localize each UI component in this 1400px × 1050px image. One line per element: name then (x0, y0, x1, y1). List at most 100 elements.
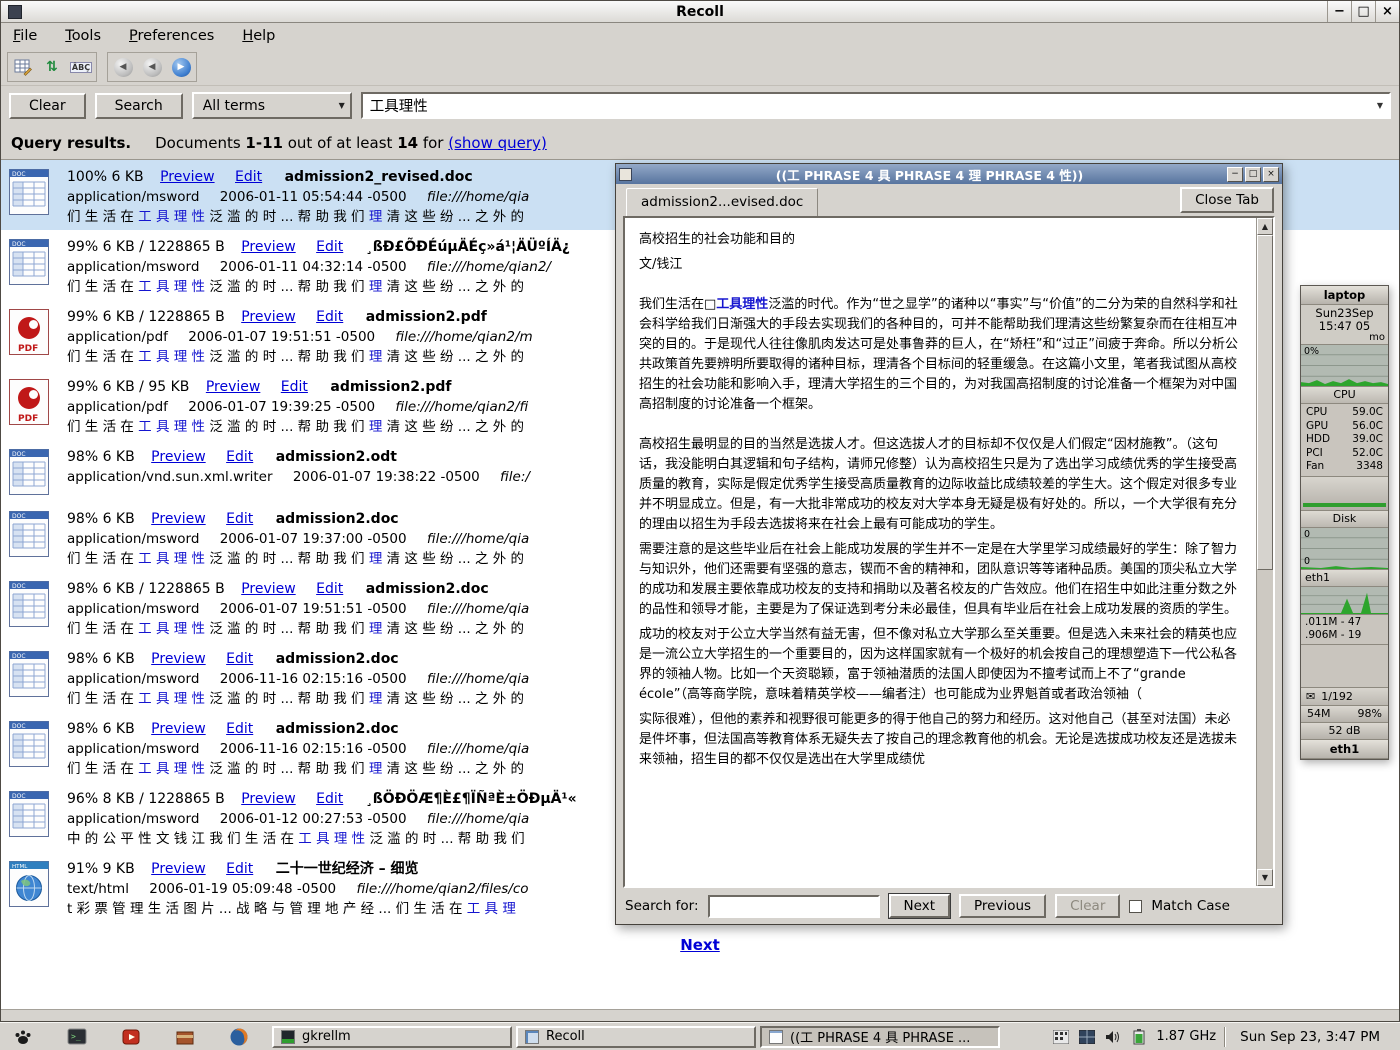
result-mime: application/msword (67, 531, 199, 547)
edit-link[interactable]: Edit (316, 581, 343, 597)
terminal-icon[interactable]: >_ (66, 1026, 88, 1048)
pdf-file-icon[interactable]: PDF (9, 307, 67, 367)
next-results-link[interactable]: Next (680, 936, 720, 954)
menu-preferences[interactable]: Preferences (129, 28, 214, 44)
taskbar-task-gkrellm[interactable]: gkrellm (272, 1026, 512, 1048)
snippet-term-highlight: 工 具 理 性 (138, 621, 205, 637)
close-button[interactable]: × (1375, 1, 1399, 22)
preview-link[interactable]: Preview (151, 861, 206, 877)
preview-link[interactable]: Preview (151, 651, 206, 667)
result-relevance-size: 91% 9 KB (67, 861, 135, 877)
scroll-up-icon[interactable]: ▲ (1257, 218, 1273, 235)
next-page-icon[interactable]: ▶ (168, 55, 194, 79)
preview-link[interactable]: Preview (241, 309, 296, 325)
window-menu-icon[interactable] (8, 5, 22, 19)
preview-link[interactable]: Preview (151, 721, 206, 737)
gkrellm-memory-meter[interactable]: 54M 98% (1301, 706, 1388, 723)
preview-maximize-button[interactable]: □ (1245, 167, 1261, 182)
edit-link[interactable]: Edit (226, 449, 253, 465)
close-tab-button[interactable]: Close Tab (1180, 187, 1274, 213)
battery-icon[interactable] (1130, 1028, 1148, 1046)
media-player-icon[interactable] (120, 1026, 142, 1048)
clear-button[interactable]: Clear (9, 93, 86, 119)
gkrellm-window[interactable]: laptop Sun23Sep 15:47 05 mo 0% CPU CPU59… (1300, 285, 1389, 760)
doc-history-icon[interactable] (10, 55, 36, 79)
sort-icon[interactable]: ⇅ (39, 55, 65, 79)
paw-icon[interactable] (12, 1026, 34, 1048)
minimize-button[interactable]: − (1327, 1, 1351, 22)
result-mime: text/html (67, 881, 129, 897)
search-button[interactable]: Search (95, 93, 183, 119)
preview-close-button[interactable]: × (1263, 167, 1279, 182)
scroll-down-icon[interactable]: ▼ (1257, 869, 1273, 886)
find-previous-button[interactable]: Previous (959, 894, 1046, 918)
match-case-checkbox[interactable] (1129, 900, 1142, 913)
menu-help[interactable]: Help (242, 28, 275, 44)
html-file-icon[interactable]: HTML (9, 859, 67, 919)
volume-icon[interactable] (1104, 1028, 1122, 1046)
doc-file-icon[interactable]: DOC (9, 447, 67, 499)
main-titlebar[interactable]: Recoll − □ × (1, 1, 1399, 23)
search-mode-select[interactable]: All terms ▼ (192, 92, 352, 119)
find-clear-button[interactable]: Clear (1055, 894, 1120, 918)
preview-paragraph: 实际很难），但他的素养和视野很可能更多的得于他自己的努力和经历。这对他自己（甚至… (639, 710, 1242, 770)
gkrellm-mail[interactable]: ✉ 1/192 (1301, 687, 1388, 706)
taskbar-task--phrase-4-phrase-[interactable]: ((工 PHRASE 4 具 PHRASE ... (760, 1026, 1000, 1048)
edit-link[interactable]: Edit (226, 721, 253, 737)
term-explorer-icon[interactable]: ÂBÇ (68, 55, 94, 79)
first-page-icon[interactable]: ◀ (110, 55, 136, 79)
preview-link[interactable]: Preview (241, 581, 296, 597)
doc-file-icon[interactable]: DOC (9, 167, 67, 227)
edit-link[interactable]: Edit (226, 861, 253, 877)
preview-content-text[interactable]: 高校招生的社会功能和目的文/钱江我们生活在□工具理性泛滥的时代。作为“世之显学”… (625, 218, 1256, 886)
preview-link[interactable]: Preview (151, 449, 206, 465)
gkrellm-disk-label: Disk (1301, 511, 1388, 528)
preview-tab[interactable]: admission2...evised.doc (626, 188, 818, 216)
doc-file-icon[interactable]: DOC (9, 509, 67, 569)
pdf-file-icon[interactable]: PDF (9, 377, 67, 437)
window-title: Recoll (1, 4, 1399, 20)
doc-file-icon[interactable]: DOC (9, 649, 67, 709)
workspace-grid-icon[interactable] (1078, 1028, 1096, 1046)
sensor-value: 39.0C (1352, 433, 1383, 447)
keyboard-layout-icon[interactable] (1052, 1028, 1070, 1046)
doc-file-icon[interactable]: DOC (9, 719, 67, 779)
preview-titlebar[interactable]: ((工 PHRASE 4 具 PHRASE 4 理 PHRASE 4 性)) −… (616, 164, 1282, 184)
edit-link[interactable]: Edit (235, 169, 262, 185)
doc-file-icon[interactable]: DOC (9, 237, 67, 297)
preview-link[interactable]: Preview (160, 169, 215, 185)
result-relevance-size: 96% 8 KB / 1228865 B (67, 791, 225, 807)
menu-tools[interactable]: Tools (65, 28, 101, 44)
result-title: admission2.pdf (366, 309, 487, 325)
edit-link[interactable]: Edit (281, 379, 308, 395)
find-next-button[interactable]: Next (889, 894, 950, 918)
preview-scrollbar[interactable]: ▲ ▼ (1256, 218, 1273, 886)
preview-minimize-button[interactable]: − (1227, 167, 1243, 182)
doc-file-icon[interactable]: DOC (9, 789, 67, 849)
edit-link[interactable]: Edit (226, 651, 253, 667)
preview-link[interactable]: Preview (151, 511, 206, 527)
preview-link[interactable]: Preview (241, 791, 296, 807)
doc-file-icon[interactable]: DOC (9, 579, 67, 639)
menu-file[interactable]: File (13, 28, 37, 44)
edit-link[interactable]: Edit (226, 511, 253, 527)
firefox-icon[interactable] (228, 1026, 250, 1048)
mail-count: 1/192 (1321, 690, 1353, 703)
package-icon[interactable] (174, 1026, 196, 1048)
preview-link[interactable]: Preview (206, 379, 261, 395)
edit-link[interactable]: Edit (316, 791, 343, 807)
sensor-value: 59.0C (1352, 406, 1383, 420)
edit-link[interactable]: Edit (316, 239, 343, 255)
taskbar-task-recoll[interactable]: Recoll (516, 1026, 756, 1048)
maximize-button[interactable]: □ (1351, 1, 1375, 22)
query-history-dropdown-icon[interactable]: ▼ (1371, 101, 1389, 110)
preview-link[interactable]: Preview (241, 239, 296, 255)
scrollbar-thumb[interactable] (1257, 235, 1273, 570)
prev-page-icon[interactable]: ◀ (139, 55, 165, 79)
gkrellm-volume-meter[interactable]: 52 dB (1301, 723, 1388, 740)
find-input[interactable] (708, 895, 880, 918)
search-input[interactable] (363, 94, 1371, 117)
svg-text:PDF: PDF (18, 344, 38, 354)
show-query-link[interactable]: (show query) (448, 134, 547, 152)
edit-link[interactable]: Edit (316, 309, 343, 325)
